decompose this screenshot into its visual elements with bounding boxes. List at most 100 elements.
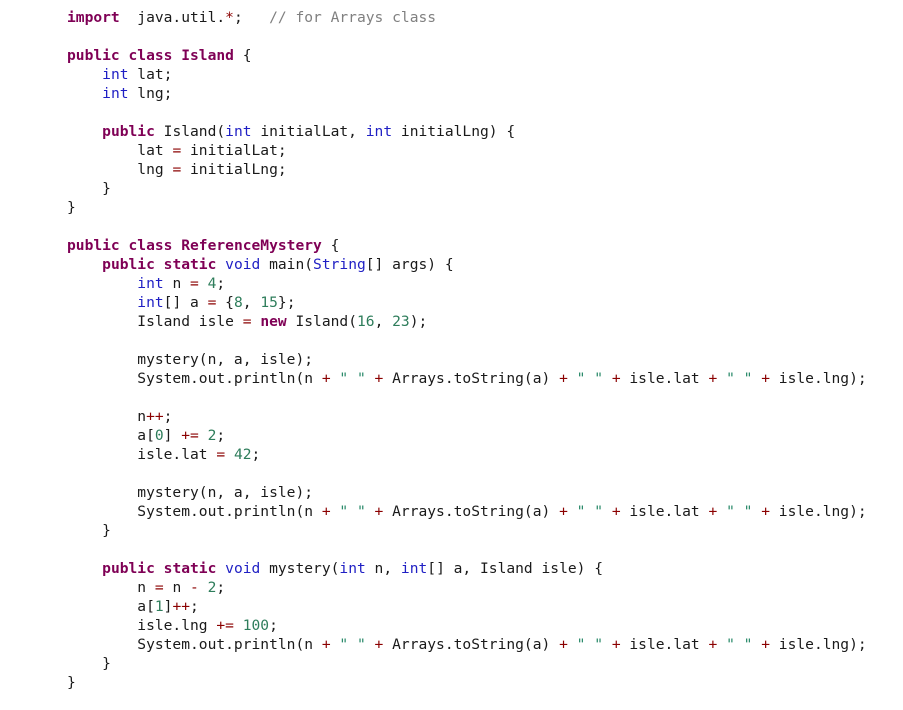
operator-token: + [321,503,331,520]
code-token: isle.lat [620,370,709,387]
number-token: 2 [198,427,217,444]
string-token: " " [567,636,604,653]
string-token: " " [567,370,604,387]
code-line: isle.lng += 100; [67,616,867,635]
operator-token: + [603,503,621,520]
code-token: ; [216,579,226,596]
code-line: System.out.println(n + " " + Arrays.toSt… [67,502,867,521]
code-line: a[1]++; [67,597,867,616]
code-token: n [67,579,155,596]
code-line: import java.util.*; // for Arrays class [67,8,867,27]
string-token: " " [567,503,604,520]
code-token: initialLng) { [392,123,516,140]
operator-token: + [365,636,384,653]
code-token: Arrays.toString(a) [383,636,560,653]
code-token: , [242,294,261,311]
code-token: isle.lat [620,503,709,520]
number-token: 15 [260,294,278,311]
number-token: 8 [233,294,243,311]
keyword-token: Island [172,47,234,64]
code-token: System.out.println(n [67,370,322,387]
code-token: { [216,294,234,311]
code-token: , [374,313,393,330]
operator-token: = [216,446,226,463]
code-line: public static void mystery(int n, int[] … [67,559,867,578]
code-line: public Island(int initialLat, int initia… [67,122,867,141]
comment-token: // for Arrays class [269,9,437,26]
operator-token: + [559,636,568,653]
operator-token: + [321,370,331,387]
number-token: 2 [198,579,217,596]
code-line: n = n - 2; [67,578,867,597]
code-token: } [67,180,111,197]
code-token: lng [67,161,173,178]
keyword-token: ReferenceMystery [172,237,322,254]
string-token: " " [717,370,753,387]
code-token: ] [163,427,182,444]
keyword-token: new [251,313,287,330]
operator-token: = [154,579,164,596]
code-token: [] a [163,294,208,311]
code-token: isle.lat [67,446,217,463]
type-token: void [216,560,261,577]
code-token: mystery( [260,560,340,577]
code-token: [] args) { [365,256,454,273]
code-token: } [67,655,111,672]
code-line: mystery(n, a, isle); [67,483,867,502]
code-token: Island isle [67,313,243,330]
operator-token: + [752,370,771,387]
code-line: System.out.println(n + " " + Arrays.toSt… [67,635,866,654]
code-editor: import java.util.*; // for Arrays class … [67,8,867,692]
keyword-token: import [67,9,120,26]
operator-token: + [752,636,771,653]
code-line: System.out.println(n + " " + Arrays.toSt… [67,369,867,388]
operator-token: + [321,636,331,653]
operator-token: ++ [172,598,191,615]
code-line: int lat; [67,65,867,84]
operator-token: = [242,313,252,330]
code-line: int n = 4; [67,274,867,293]
operator-token: * [225,9,234,26]
operator-token: + [752,503,771,520]
code-token: ; [216,275,226,292]
code-token: System.out.println(n [67,636,322,653]
code-token: ; [216,427,226,444]
code-token: { [321,237,340,254]
code-line: a[0] += 2; [67,426,867,445]
code-token: n [67,408,147,425]
string-token: " " [330,370,366,387]
code-token: ; [233,9,270,26]
number-token: 23 [392,313,410,330]
string-token: " " [330,503,366,520]
code-token: lat; [128,66,173,83]
code-token: lat [67,142,173,159]
code-token: a[ [67,598,155,615]
code-token: isle.lng); [770,503,867,520]
number-token: 1 [154,598,164,615]
operator-token: + [708,370,718,387]
code-token: n [163,275,191,292]
code-line: n++; [67,407,867,426]
code-token: mystery(n, a, isle); [67,351,314,368]
code-token: n, [365,560,401,577]
code-token: isle.lng [67,617,217,634]
code-token: lng; [128,85,173,102]
code-token: initialLat, [251,123,366,140]
operator-token: + [603,370,621,387]
code-token: isle.lng); [770,370,867,387]
operator-token: ++ [146,408,164,425]
code-token: ); [409,313,428,330]
code-token: ; [269,617,278,634]
type-token: int [400,560,428,577]
type-token: int [339,560,366,577]
string-token: " " [717,503,753,520]
keyword-token: public class [67,47,173,64]
type-token: int [102,85,129,102]
